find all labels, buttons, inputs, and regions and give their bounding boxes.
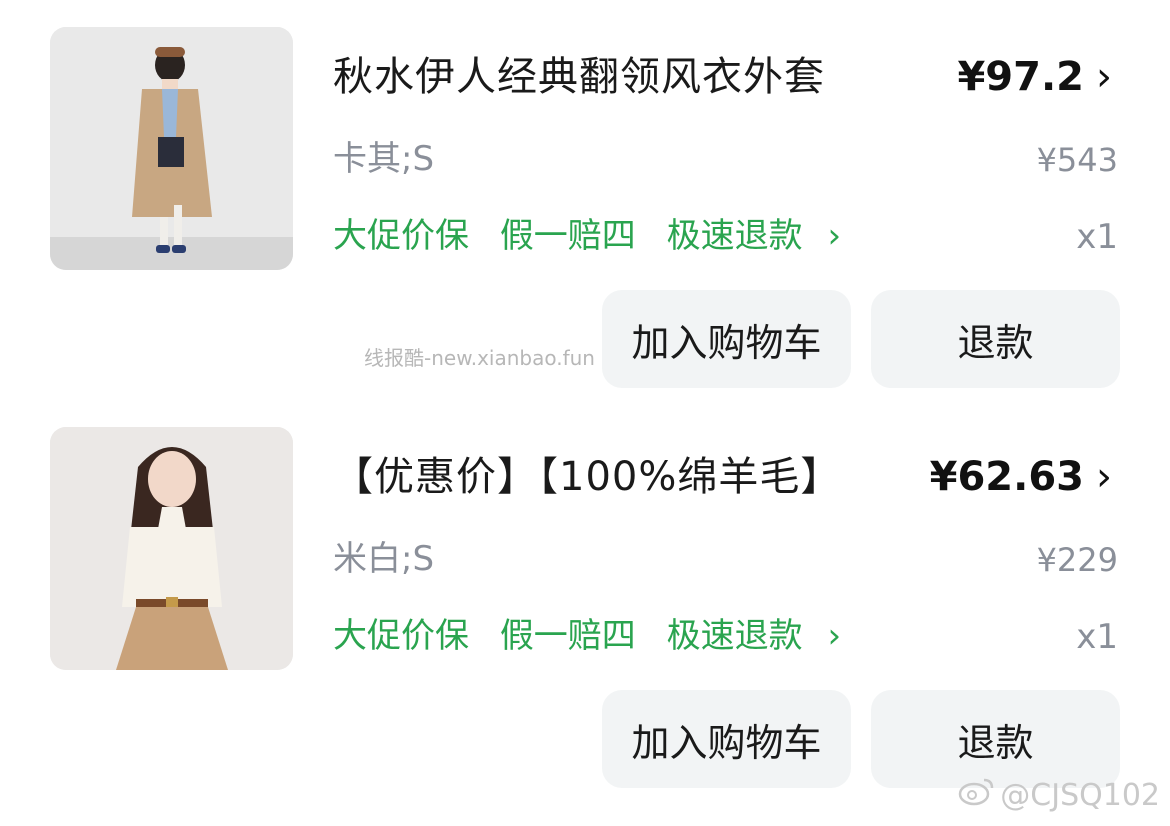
product-image-wool-sweater[interactable] [50, 427, 293, 670]
watermark-text: 线报酷-new.xianbao.fun [364, 346, 595, 370]
guarantee-price-protection: 大促价保 [333, 216, 469, 256]
watermark-text: @CJSQ102 [1000, 777, 1160, 813]
sku-spec: 卡其;S [333, 139, 435, 179]
product-title[interactable]: 秋水伊人经典翻领风衣外套 [333, 50, 825, 104]
quantity: x1 [1076, 217, 1118, 257]
service-guarantees[interactable]: 大促价保 假一赔四 极速退款 › [333, 213, 841, 259]
chevron-right-icon: › [827, 616, 842, 656]
guarantee-fast-refund: 极速退款 [666, 216, 803, 256]
add-to-cart-button[interactable]: 加入购物车 [602, 290, 851, 388]
service-guarantees[interactable]: 大促价保 假一赔四 极速退款 › [333, 613, 841, 659]
guarantee-fake-compensation: 假一赔四 [499, 616, 636, 656]
watermark-corner: @CJSQ102 [958, 776, 1160, 814]
original-price: ¥543 [1036, 141, 1118, 179]
sku-spec: 米白;S [333, 539, 435, 579]
chevron-right-icon[interactable]: › [1096, 450, 1112, 504]
weibo-logo-icon [958, 776, 996, 814]
paid-price[interactable]: ¥97.2 [957, 50, 1084, 104]
chevron-right-icon[interactable]: › [1096, 50, 1112, 104]
product-title[interactable]: 【优惠价】【100%绵羊毛】 [333, 450, 841, 504]
refund-button[interactable]: 退款 [871, 690, 1120, 788]
product-image-trench-coat[interactable] [50, 27, 293, 270]
refund-button[interactable]: 退款 [871, 290, 1120, 388]
guarantee-fake-compensation: 假一赔四 [499, 216, 636, 256]
guarantee-price-protection: 大促价保 [333, 616, 469, 656]
paid-price[interactable]: ¥62.63 [930, 450, 1084, 504]
guarantee-fast-refund: 极速退款 [666, 616, 803, 656]
add-to-cart-button[interactable]: 加入购物车 [602, 690, 851, 788]
quantity: x1 [1076, 617, 1118, 657]
chevron-right-icon: › [827, 216, 842, 256]
order-item-2: 【优惠价】【100%绵羊毛】 ¥62.63 › 米白;S ¥229 大促价保 假… [0, 400, 1170, 800]
order-item-1: 秋水伊人经典翻领风衣外套 ¥97.2 › 卡其;S ¥543 大促价保 假一赔四… [0, 0, 1170, 400]
original-price: ¥229 [1036, 541, 1118, 579]
